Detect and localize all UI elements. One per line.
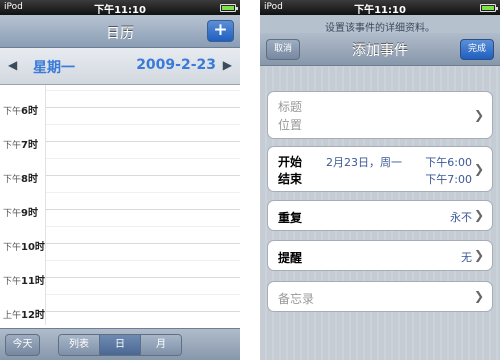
repeat-label: 重复 bbox=[278, 211, 303, 225]
notes-cell[interactable]: 备忘录 ❯ bbox=[267, 281, 493, 312]
day-selector: ◀ 星期一 2009-2-23 ▶ bbox=[0, 48, 240, 85]
repeat-value: 永不 bbox=[450, 211, 472, 224]
page-title: 日历 bbox=[106, 26, 134, 42]
location-field[interactable]: 位置 bbox=[278, 116, 302, 133]
hour-label: 下午8时 bbox=[3, 174, 38, 185]
today-button[interactable]: 今天 bbox=[5, 334, 40, 356]
hour-label: 下午6时 bbox=[3, 106, 38, 117]
hour-label: 下午10时 bbox=[3, 242, 45, 253]
battery-icon bbox=[220, 4, 238, 12]
event-form: 标题 位置 ❯ 开始 结束 2月23日，周一 下午6:00 下午7:00 ❯ 重… bbox=[260, 66, 500, 360]
day-view-tab[interactable]: 日 bbox=[100, 335, 141, 355]
repeat-cell[interactable]: 重复 永不 ❯ bbox=[267, 200, 493, 231]
calendar-day-screen: iPod 下午11:10 日历 + ◀ 星期一 2009-2-23 ▶ 下午5时… bbox=[0, 0, 240, 360]
start-end-cell[interactable]: 开始 结束 2月23日，周一 下午6:00 下午7:00 ❯ bbox=[267, 146, 493, 192]
status-time: 下午11:10 bbox=[354, 5, 406, 16]
add-event-button[interactable]: + bbox=[207, 20, 234, 42]
prev-day-icon[interactable]: ◀ bbox=[8, 58, 17, 72]
end-time-value: 下午7:00 bbox=[425, 173, 472, 186]
hour-label: 下午9时 bbox=[3, 208, 38, 219]
date-label: 2009-2-23 bbox=[136, 57, 216, 73]
battery-icon bbox=[480, 4, 498, 12]
end-label: 结束 bbox=[278, 172, 303, 186]
title-field[interactable]: 标题 bbox=[278, 98, 302, 115]
chevron-right-icon: ❯ bbox=[473, 289, 484, 303]
hour-grid[interactable]: 下午5时 下午6时 下午7时 下午8时 下午9时 下午10时 下午11时 上午 bbox=[0, 85, 240, 325]
add-event-screen: iPod 下午11:10 设置该事件的详细资料。 取消 添加事件 完成 标题 位… bbox=[260, 0, 500, 360]
month-view-tab[interactable]: 月 bbox=[141, 335, 181, 355]
calendar-navbar: 日历 + bbox=[0, 15, 240, 48]
start-date-value: 2月23日，周一 bbox=[326, 156, 402, 169]
chevron-right-icon: ❯ bbox=[473, 162, 484, 176]
add-event-navbar: 取消 添加事件 完成 bbox=[260, 33, 500, 66]
start-label: 开始 bbox=[278, 155, 303, 169]
next-day-icon[interactable]: ▶ bbox=[223, 58, 232, 72]
hour-label: 上午12时 bbox=[3, 310, 45, 321]
chevron-right-icon: ❯ bbox=[473, 108, 484, 122]
start-time-value: 下午6:00 bbox=[425, 156, 472, 169]
chevron-right-icon: ❯ bbox=[473, 248, 484, 262]
hour-label: 下午11时 bbox=[3, 276, 45, 287]
status-bar: iPod 下午11:10 bbox=[260, 0, 500, 16]
view-mode-segmented-control: 列表 日 月 bbox=[58, 334, 182, 356]
status-time: 下午11:10 bbox=[94, 5, 146, 16]
title-location-cell[interactable]: 标题 位置 ❯ bbox=[267, 91, 493, 139]
list-view-tab[interactable]: 列表 bbox=[59, 335, 100, 355]
status-bar: iPod 下午11:10 bbox=[0, 0, 240, 16]
instruction-prompt: 设置该事件的详细资料。 bbox=[260, 15, 500, 34]
notes-field[interactable]: 备忘录 bbox=[278, 290, 314, 307]
alert-cell[interactable]: 提醒 无 ❯ bbox=[267, 240, 493, 271]
bottom-toolbar: 今天 列表 日 月 bbox=[0, 328, 240, 360]
chevron-right-icon: ❯ bbox=[473, 208, 484, 222]
done-button[interactable]: 完成 bbox=[460, 39, 494, 60]
hour-row[interactable]: 上午12时 bbox=[0, 310, 240, 325]
alert-label: 提醒 bbox=[278, 251, 303, 265]
weekday-label: 星期一 bbox=[33, 60, 75, 76]
alert-value: 无 bbox=[461, 251, 472, 264]
hour-label: 下午7时 bbox=[3, 140, 38, 151]
